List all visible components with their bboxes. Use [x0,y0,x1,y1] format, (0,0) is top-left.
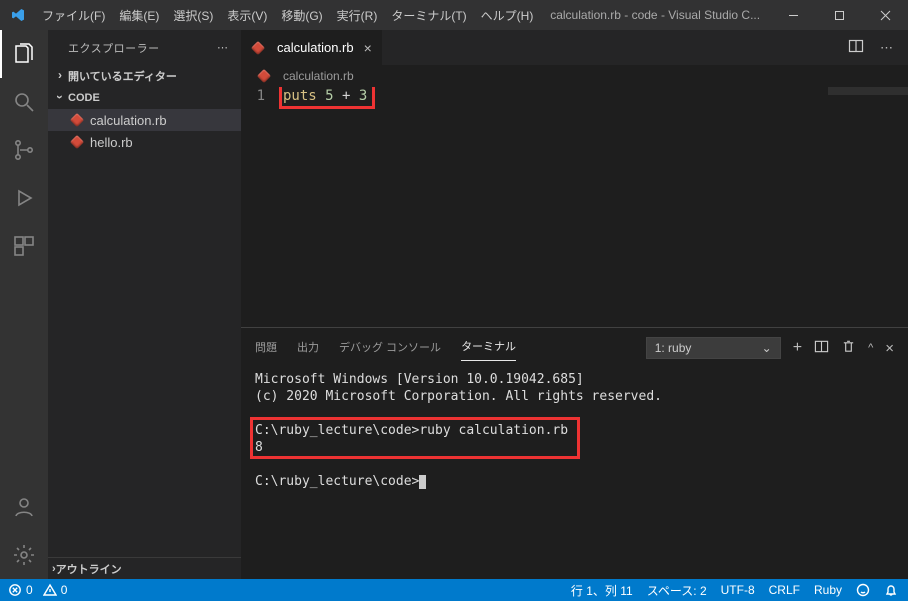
status-ln-col[interactable]: 行 1、列 11 [571,582,633,599]
menu-terminal[interactable]: ターミナル(T) [384,0,473,30]
panel-tab-problems[interactable]: 問題 [255,339,277,361]
chevron-up-icon[interactable]: ^ [868,342,873,354]
status-language[interactable]: Ruby [814,583,842,597]
cursor [419,475,426,489]
vscode-logo [0,7,35,23]
sidebar-more-icon[interactable]: ⋯ [217,41,229,54]
status-spaces[interactable]: スペース: 2 [647,582,707,599]
highlight-box [250,417,580,459]
tab-label: calculation.rb [277,40,354,55]
panel-tab-terminal[interactable]: ターミナル [461,338,516,361]
menu-file[interactable]: ファイル(F) [35,0,112,30]
editor-actions: ⋯ [834,30,908,65]
outline-label: アウトライン [56,561,122,577]
breadcrumb[interactable]: calculation.rb [241,65,908,87]
open-editors-label: 開いているエディター [68,68,177,84]
editor-body[interactable]: 1 puts 5 + 3 [241,87,908,327]
code-content[interactable]: puts 5 + 3 [283,87,367,327]
split-terminal-icon[interactable] [814,339,829,357]
sidebar-title-label: エクスプローラー [68,40,160,56]
ruby-icon [257,69,271,83]
chevron-down-icon: › [53,89,67,105]
menu-help[interactable]: ヘルプ(H) [474,0,541,30]
activity-settings[interactable] [0,531,48,579]
activity-debug[interactable] [0,174,48,222]
panel: 問題 出力 デバッグ コンソール ターミナル 1: ruby ⌄ + ^ × [241,327,908,579]
file-item[interactable]: hello.rb [48,131,241,153]
file-item[interactable]: calculation.rb [48,109,241,131]
folder-label: CODE [68,92,100,104]
trash-icon[interactable] [841,339,856,357]
close-button[interactable] [862,0,908,30]
ruby-icon [251,41,265,55]
window-title: calculation.rb - code - Visual Studio C.… [540,8,770,22]
split-editor-icon[interactable] [848,38,864,57]
editor-area: calculation.rb × ⋯ calculation.rb 1 puts… [241,30,908,579]
activity-source-control[interactable] [0,126,48,174]
terminal-body[interactable]: Microsoft Windows [Version 10.0.19042.68… [241,361,908,579]
menu-edit[interactable]: 編集(E) [112,0,166,30]
menu-run[interactable]: 実行(R) [330,0,385,30]
status-encoding[interactable]: UTF-8 [721,583,755,597]
activity-bar [0,30,48,579]
outline-section[interactable]: › アウトライン [48,557,241,579]
minimize-button[interactable] [770,0,816,30]
terminal-line: (c) 2020 Microsoft Corporation. All righ… [255,388,894,405]
sidebar-title: エクスプローラー ⋯ [48,30,241,65]
status-warnings[interactable]: 0 [43,583,68,597]
activity-extensions[interactable] [0,222,48,270]
close-icon[interactable]: × [364,40,372,56]
open-editors-section[interactable]: › 開いているエディター [48,65,241,87]
main-row: エクスプローラー ⋯ › 開いているエディター › CODE calculati… [0,30,908,579]
terminal-select-label: 1: ruby [655,341,692,355]
file-name: hello.rb [90,135,133,150]
line-number: 1 [241,87,265,106]
chevron-right-icon: › [52,68,68,82]
panel-tabs: 問題 出力 デバッグ コンソール ターミナル 1: ruby ⌄ + ^ × [241,328,908,361]
status-warnings-count: 0 [61,583,68,597]
maximize-button[interactable] [816,0,862,30]
menu-select[interactable]: 選択(S) [166,0,220,30]
editor-tab[interactable]: calculation.rb × [241,30,382,65]
more-icon[interactable]: ⋯ [880,40,894,56]
status-eol[interactable]: CRLF [769,583,800,597]
ruby-icon [70,113,84,127]
minimap[interactable] [828,87,908,95]
activity-account[interactable] [0,483,48,531]
panel-tab-output[interactable]: 出力 [297,339,319,361]
folder-section[interactable]: › CODE [48,87,241,109]
chevron-down-icon: ⌄ [762,341,772,355]
menu-bar: ファイル(F) 編集(E) 選択(S) 表示(V) 移動(G) 実行(R) ター… [35,0,540,30]
highlight-box [279,87,375,109]
close-panel-icon[interactable]: × [885,340,894,357]
editor-tabs: calculation.rb × ⋯ [241,30,908,65]
status-bar: 0 0 行 1、列 11 スペース: 2 UTF-8 CRLF Ruby [0,579,908,601]
file-tree: calculation.rb hello.rb [48,109,241,557]
terminal-select[interactable]: 1: ruby ⌄ [646,337,781,359]
sidebar-explorer: エクスプローラー ⋯ › 開いているエディター › CODE calculati… [48,30,241,579]
activity-search[interactable] [0,78,48,126]
line-gutter: 1 [241,87,283,327]
menu-go[interactable]: 移動(G) [274,0,329,30]
status-bell-icon[interactable] [884,583,898,597]
activity-explorer[interactable] [0,30,48,78]
terminal-line: Microsoft Windows [Version 10.0.19042.68… [255,371,894,388]
breadcrumb-label: calculation.rb [283,69,354,83]
status-errors[interactable]: 0 [8,583,33,597]
status-feedback-icon[interactable] [856,583,870,597]
file-name: calculation.rb [90,113,167,128]
terminal-line: C:\ruby_lecture\code> [255,473,894,490]
ruby-icon [70,135,84,149]
panel-tab-debug[interactable]: デバッグ コンソール [339,339,441,361]
menu-view[interactable]: 表示(V) [220,0,274,30]
status-errors-count: 0 [26,583,33,597]
title-bar: ファイル(F) 編集(E) 選択(S) 表示(V) 移動(G) 実行(R) ター… [0,0,908,30]
new-terminal-icon[interactable]: + [793,339,802,357]
window-controls [770,0,908,30]
